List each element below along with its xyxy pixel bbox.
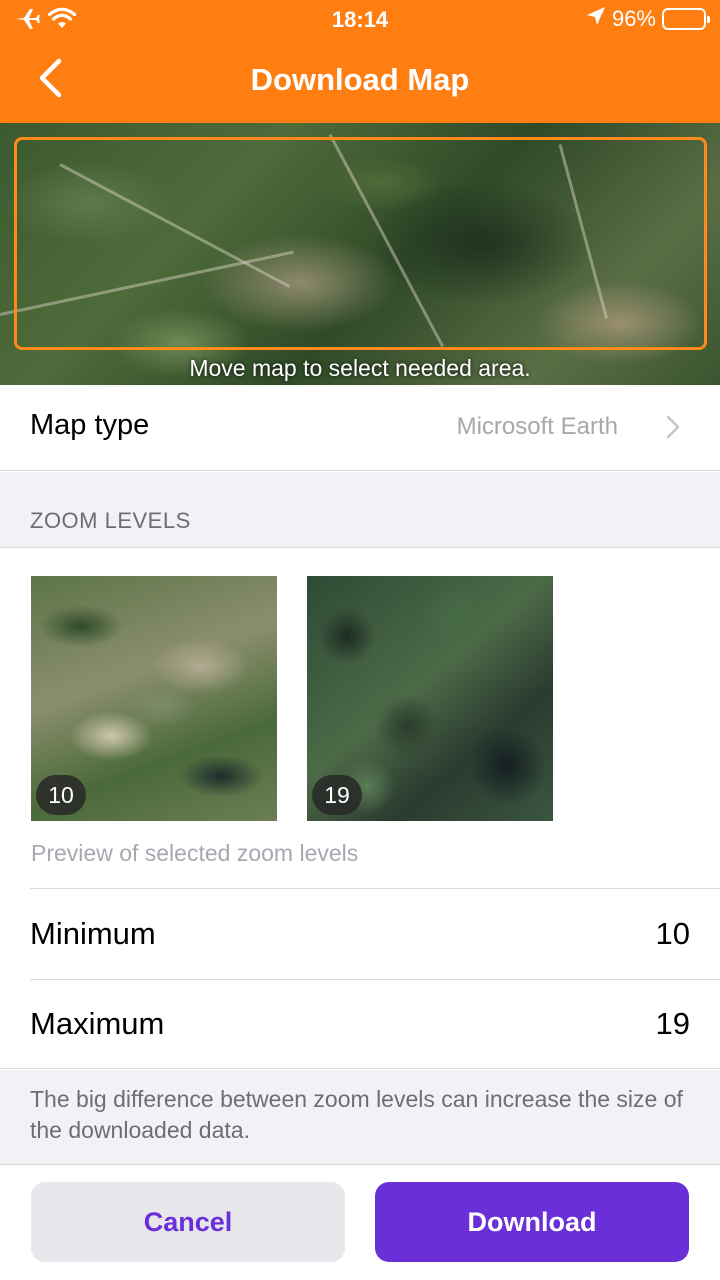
map-hint: Move map to select needed area. xyxy=(189,355,531,381)
divider xyxy=(30,888,720,889)
zoom-levels-header: ZOOM LEVELS xyxy=(0,472,720,548)
minimum-row[interactable]: Minimum 10 xyxy=(0,890,720,979)
map-type-value: Microsoft Earth xyxy=(456,413,618,440)
status-bar: 18:14 96% xyxy=(0,0,720,40)
zoom-preview-min[interactable]: 10 xyxy=(31,576,277,821)
minimum-value: 10 xyxy=(655,916,690,951)
map-type-label: Map type xyxy=(30,409,150,441)
battery-percent: 96% xyxy=(611,6,656,31)
maximum-row[interactable]: Maximum 19 xyxy=(0,980,720,1069)
status-right: 96% xyxy=(586,6,710,32)
location-arrow-icon xyxy=(586,6,606,32)
selection-frame xyxy=(14,137,707,350)
section-title: ZOOM LEVELS xyxy=(30,508,191,533)
map-type-row[interactable]: Map type Microsoft Earth xyxy=(0,385,720,471)
zoom-preview-panel: 10 19 Preview of selected zoom levels xyxy=(0,548,720,889)
battery-icon xyxy=(662,8,710,30)
size-warning-text: The big difference between zoom levels c… xyxy=(30,1086,683,1143)
cancel-button[interactable]: Cancel xyxy=(31,1182,345,1262)
zoom-preview-max[interactable]: 19 xyxy=(307,576,553,821)
map-view[interactable]: Move map to select needed area. xyxy=(0,123,720,385)
zoom-level-badge: 10 xyxy=(36,775,86,815)
download-map-screen: 18:14 96% Download Map Move map to selec… xyxy=(0,0,720,1280)
page-title: Download Map xyxy=(250,62,470,97)
nav-bar: Download Map xyxy=(0,40,720,123)
maximum-value: 19 xyxy=(655,1006,690,1041)
size-warning: The big difference between zoom levels c… xyxy=(0,1070,720,1165)
zoom-level-badge: 19 xyxy=(312,775,362,815)
zoom-caption: Preview of selected zoom levels xyxy=(31,840,359,866)
maximum-label: Maximum xyxy=(30,1006,165,1041)
minimum-label: Minimum xyxy=(30,916,156,951)
chevron-right-icon xyxy=(666,415,680,444)
action-bar: Cancel Download xyxy=(0,1166,720,1280)
header: 18:14 96% Download Map xyxy=(0,0,720,123)
download-button[interactable]: Download xyxy=(375,1182,689,1262)
